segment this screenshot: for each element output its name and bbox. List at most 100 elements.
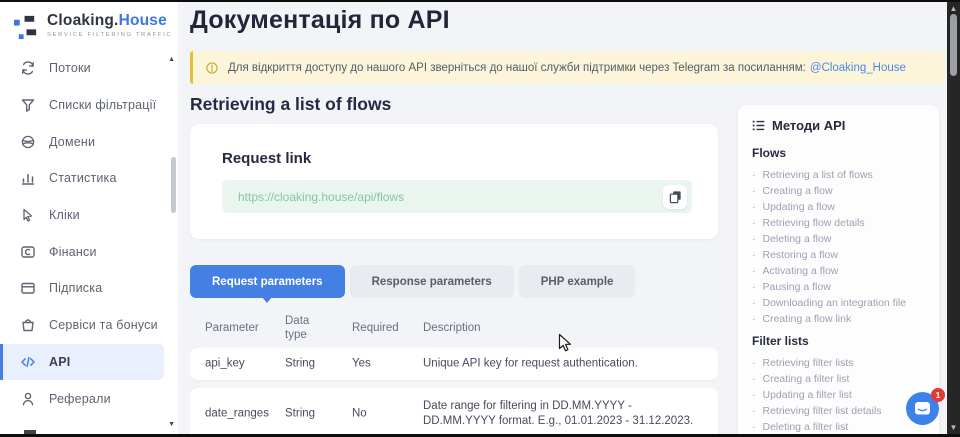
filter-lists-icon xyxy=(20,97,36,113)
logo[interactable]: Cloaking.House SERVICE FILTERING TRAFFIC xyxy=(13,12,172,41)
logo-icon xyxy=(13,14,40,41)
methods-panel-header: Методи API xyxy=(752,118,927,133)
window-scrollbar[interactable]: ▲ ▼ xyxy=(947,2,960,434)
sidebar-item-label: Фінанси xyxy=(49,245,97,259)
request-url-box: https://cloaking.house/api/flows xyxy=(222,180,692,213)
app-window: Cloaking.House SERVICE FILTERING TRAFFIC… xyxy=(0,0,960,437)
method-link[interactable]: Retrieving filter list details xyxy=(752,403,927,419)
table-cell: No xyxy=(352,407,412,422)
sidebar-item-referrals[interactable]: Реферали xyxy=(0,380,178,417)
method-link[interactable]: Pausing a flow xyxy=(752,279,927,295)
method-link[interactable]: Deleting a filter list xyxy=(752,419,927,434)
method-link[interactable]: Creating a filter list xyxy=(752,371,927,387)
method-link[interactable]: Retrieving flow details xyxy=(752,215,927,231)
sidebar-item-finance[interactable]: Фінанси xyxy=(0,233,178,270)
scrollbar-down-icon[interactable]: ▼ xyxy=(947,422,960,433)
sidebar-item-subscription[interactable]: Підписка xyxy=(0,270,178,307)
sidebar-item-flows[interactable]: Потоки xyxy=(0,50,178,87)
request-link-card: Request link https://cloaking.house/api/… xyxy=(190,124,718,239)
flows-icon xyxy=(20,60,36,76)
method-link[interactable]: Restoring a flow xyxy=(752,247,927,263)
method-link[interactable]: Retrieving filter lists xyxy=(752,355,927,371)
sidebar-item-clicks[interactable]: Кліки xyxy=(0,197,178,234)
sidebar: Cloaking.House SERVICE FILTERING TRAFFIC… xyxy=(0,2,178,434)
sidebar-item-label: Статистика xyxy=(49,171,117,185)
logo-title: Cloaking.House xyxy=(47,12,172,30)
tab-bar: Request parameters Response parameters P… xyxy=(190,265,635,298)
page-title: Документація по API xyxy=(190,6,450,35)
logo-tagline: SERVICE FILTERING TRAFFIC xyxy=(47,32,172,38)
table-cell: Date range for filtering in DD.MM.YYYY -… xyxy=(423,399,705,429)
sidebar-item-label: Кліки xyxy=(49,208,80,222)
finance-icon xyxy=(20,244,36,260)
sidebar-item-statistics[interactable]: Статистика xyxy=(0,160,178,197)
method-link[interactable]: Activating a flow xyxy=(752,263,927,279)
sidebar-item-label: Підписка xyxy=(49,281,102,295)
section-title: Retrieving a list of flows xyxy=(190,94,391,115)
table-cell: api_key xyxy=(205,357,275,372)
table-cell: String xyxy=(285,357,333,372)
table-row: api_key String Yes Unique API key for reque… xyxy=(190,348,718,380)
chat-unread-badge: 1 xyxy=(931,388,945,402)
methods-group-flows: Flows xyxy=(752,146,927,160)
table-cell: Yes xyxy=(352,357,412,372)
domains-icon xyxy=(20,134,36,150)
list-icon xyxy=(752,119,765,132)
sidebar-scroll-up-icon[interactable]: ▲ xyxy=(168,56,175,63)
methods-panel-title: Методи API xyxy=(772,118,845,133)
sidebar-item-filter-lists[interactable]: Списки фільтрації xyxy=(0,87,178,124)
sidebar-item-domains[interactable]: Домени xyxy=(0,123,178,160)
sidebar-item-label: Сервіси та бонуси xyxy=(49,318,158,332)
method-link[interactable]: Updating a flow xyxy=(752,199,927,215)
sidebar-item-label: Потоки xyxy=(49,61,91,75)
method-link[interactable]: Creating a flow link xyxy=(752,311,927,327)
warning-circle-icon xyxy=(205,61,219,75)
sidebar-scroll-down-icon[interactable]: ▼ xyxy=(168,421,175,428)
column-header-required: Required xyxy=(352,322,412,336)
tab-response-parameters[interactable]: Response parameters xyxy=(350,265,514,298)
services-icon xyxy=(20,317,36,333)
clicks-icon xyxy=(20,207,36,223)
logo-brand-accent: House xyxy=(119,12,167,29)
tab-php-example[interactable]: PHP example xyxy=(519,265,636,298)
api-access-banner: Для відкриття доступу до нашого API звер… xyxy=(190,51,945,84)
sidebar-item-label: Реферали xyxy=(49,392,111,406)
method-link[interactable]: Retrieving a list of flows xyxy=(752,167,927,183)
table-cell: Unique API key for request authenticatio… xyxy=(423,357,705,372)
sidebar-item-services[interactable]: Сервіси та бонуси xyxy=(0,307,178,344)
copy-icon xyxy=(668,189,683,204)
statistics-icon xyxy=(20,170,36,186)
main-content: Документація по API Для відкриття доступ… xyxy=(178,2,947,434)
methods-group-filter-lists: Filter lists xyxy=(752,334,927,348)
table-body: api_key String Yes Unique API key for reque… xyxy=(190,348,718,434)
api-methods-panel: Методи API Flows Retrieving a list of fl… xyxy=(738,105,939,434)
sidebar-item-label: API xyxy=(49,355,70,369)
telegram-link[interactable]: @Cloaking_House xyxy=(810,62,906,74)
copy-button[interactable] xyxy=(663,185,687,209)
sidebar-item-api[interactable]: API xyxy=(0,344,164,381)
sidebar-menu: Потоки Списки фільтрації Домени Статисти… xyxy=(0,50,178,417)
table-cell: date_ranges xyxy=(205,407,275,422)
chat-widget: 1 xyxy=(906,390,946,430)
method-link[interactable]: Deleting a flow xyxy=(752,231,927,247)
parameters-table: Parameter Data type Required Description… xyxy=(190,310,718,434)
subscription-icon xyxy=(20,280,36,296)
tab-request-parameters[interactable]: Request parameters xyxy=(190,265,345,298)
chat-bubble-icon xyxy=(914,401,931,416)
sidebar-scrollbar-thumb[interactable] xyxy=(171,157,176,213)
methods-list-flows: Retrieving a list of flowsCreating a flo… xyxy=(752,167,927,327)
logo-text: Cloaking.House SERVICE FILTERING TRAFFIC xyxy=(47,12,172,38)
methods-list-filter-lists: Retrieving filter listsCreating a filter… xyxy=(752,355,927,434)
column-header-parameter: Parameter xyxy=(205,322,275,336)
request-url: https://cloaking.house/api/flows xyxy=(222,190,663,204)
logo-brand-primary: Cloaking. xyxy=(47,12,119,29)
table-row: date_rangesStringNoDate range for filter… xyxy=(190,388,718,434)
sidebar-item-label: Списки фільтрації xyxy=(49,98,156,112)
mouse-cursor xyxy=(558,333,573,354)
method-link[interactable]: Updating a filter list xyxy=(752,387,927,403)
column-header-data-type: Data type xyxy=(285,315,333,343)
scrollbar-thumb[interactable] xyxy=(950,14,957,76)
scrollbar-up-icon[interactable]: ▲ xyxy=(947,3,960,14)
method-link[interactable]: Downloading an integration file xyxy=(752,295,927,311)
method-link[interactable]: Creating a flow xyxy=(752,183,927,199)
